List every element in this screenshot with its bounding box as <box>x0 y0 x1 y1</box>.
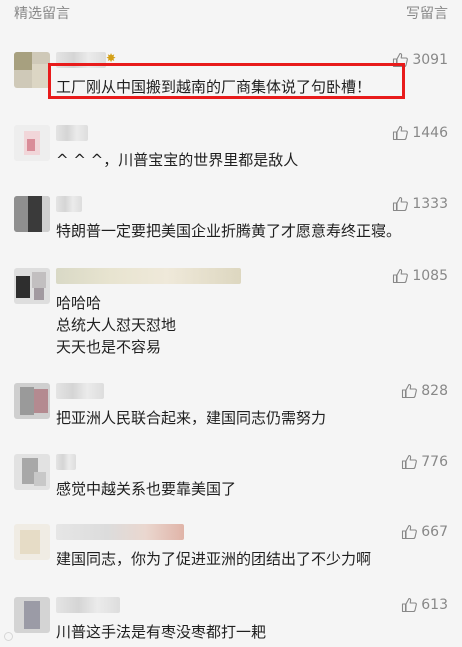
thumbs-up-icon <box>392 196 409 212</box>
like-count: 1085 <box>412 268 448 284</box>
write-comment-button[interactable]: 写留言 <box>406 3 448 23</box>
comment-text: 哈哈哈 总统大人怼天怼地 天天也是不容易 <box>56 292 176 358</box>
like-count: 776 <box>421 454 448 470</box>
comment-item: 1446 ^ ^ ^，川普宝宝的世界里都是敌人 <box>0 125 462 175</box>
like-count: 613 <box>421 597 448 613</box>
comment-item: 776 感觉中越关系也要靠美国了 <box>0 454 462 504</box>
nickname-blurred <box>56 125 88 141</box>
comment-text: 建国同志，你为了促进亚洲的团结出了不少力啊 <box>56 550 372 568</box>
comment-text: 把亚洲人民联合起来，建国同志仍需努力 <box>56 409 327 427</box>
watermark-logo-icon <box>4 632 13 641</box>
thumbs-up-icon <box>401 524 418 540</box>
nickname-blurred <box>56 524 184 540</box>
like-count: 828 <box>421 383 448 399</box>
like-count: 1333 <box>412 196 448 212</box>
like-button[interactable]: 828 <box>401 381 448 401</box>
thumbs-up-icon <box>392 268 409 284</box>
like-button[interactable]: 613 <box>401 595 448 615</box>
like-button[interactable]: 1446 <box>392 123 448 143</box>
red-highlight-box <box>48 63 405 99</box>
nickname-blurred <box>56 383 104 399</box>
comments-header: 精选留言 写留言 <box>0 0 462 26</box>
like-count: 3091 <box>412 52 448 68</box>
like-button[interactable]: 776 <box>401 452 448 472</box>
comment-text: 川普这手法是有枣没枣都打一耙 <box>56 623 267 641</box>
like-count: 1446 <box>412 125 448 141</box>
comment-item: 1333 特朗普一定要把美国企业折腾黄了才愿意寿终正寝。 <box>0 196 462 246</box>
avatar[interactable] <box>14 125 50 161</box>
comment-text: ^ ^ ^，川普宝宝的世界里都是敌人 <box>56 151 299 169</box>
like-button[interactable]: 667 <box>401 522 448 542</box>
comment-item: 667 建国同志，你为了促进亚洲的团结出了不少力啊 <box>0 524 462 574</box>
avatar[interactable] <box>14 52 50 88</box>
avatar[interactable] <box>14 597 50 633</box>
like-button[interactable]: 1333 <box>392 194 448 214</box>
thumbs-up-icon <box>401 383 418 399</box>
avatar[interactable] <box>14 268 50 304</box>
avatar[interactable] <box>14 383 50 419</box>
thumbs-up-icon <box>392 125 409 141</box>
nickname-blurred <box>56 454 76 470</box>
comment-line: 天天也是不容易 <box>56 338 162 356</box>
nickname-blurred <box>56 196 82 212</box>
comment-line: 总统大人怼天怼地 <box>56 316 177 334</box>
comment-item: 828 把亚洲人民联合起来，建国同志仍需努力 <box>0 383 462 433</box>
featured-comments-title: 精选留言 <box>14 6 70 22</box>
thumbs-up-icon <box>401 597 418 613</box>
avatar[interactable] <box>14 196 50 232</box>
avatar[interactable] <box>14 524 50 560</box>
thumbs-up-icon <box>401 454 418 470</box>
nickname-blurred <box>56 597 120 613</box>
like-count: 667 <box>421 524 448 540</box>
nickname-blurred <box>56 268 241 284</box>
comment-text: 感觉中越关系也要靠美国了 <box>56 480 237 498</box>
comment-item: 1085 哈哈哈 总统大人怼天怼地 天天也是不容易 <box>0 268 462 358</box>
comment-text: 特朗普一定要把美国企业折腾黄了才愿意寿终正寝。 <box>56 222 402 240</box>
comment-line: 哈哈哈 <box>56 294 102 312</box>
like-button[interactable]: 1085 <box>392 266 448 286</box>
comment-item: 613 川普这手法是有枣没枣都打一耙 <box>0 597 462 647</box>
avatar[interactable] <box>14 454 50 490</box>
